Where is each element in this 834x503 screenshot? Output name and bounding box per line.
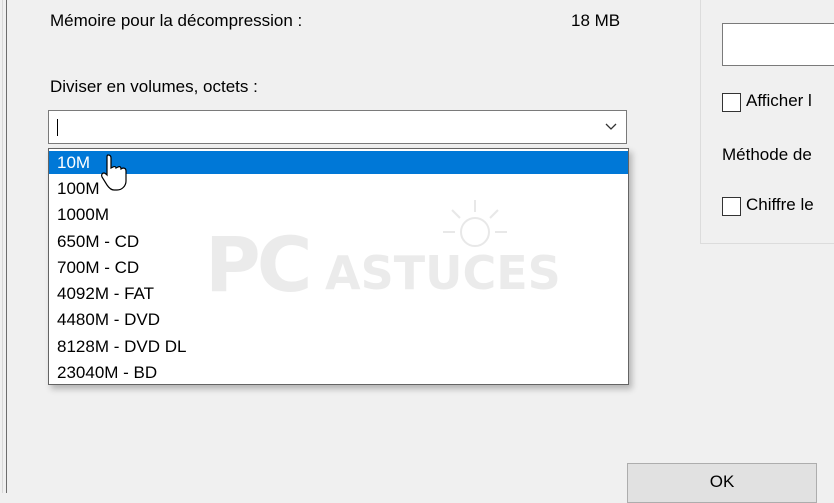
- encrypt-filenames-label: Chiffre le: [746, 195, 814, 214]
- split-volumes-label: Diviser en volumes, octets :: [50, 77, 258, 96]
- encryption-method-label: Méthode de: [722, 145, 812, 164]
- split-volumes-combobox[interactable]: [48, 110, 627, 144]
- mouse-pointer-icon: [101, 154, 127, 191]
- split-volumes-dropdown-list[interactable]: 10M 100M 1000M 650M - CD 700M - CD 4092M…: [48, 148, 629, 385]
- window-left-border: [0, 0, 7, 493]
- dropdown-option-8128m-dvd-dl[interactable]: 8128M - DVD DL: [49, 335, 628, 358]
- ok-button[interactable]: OK: [627, 463, 817, 503]
- dropdown-option-23040m-bd[interactable]: 23040M - BD: [49, 361, 628, 384]
- memory-value: 18 MB: [571, 11, 621, 30]
- dropdown-option-1000m[interactable]: 1000M: [49, 203, 628, 226]
- dropdown-option-100m[interactable]: 100M: [49, 177, 628, 200]
- dropdown-option-4480m-dvd[interactable]: 4480M - DVD: [49, 308, 628, 331]
- chevron-down-icon: [605, 123, 617, 130]
- dropdown-option-10m[interactable]: 10M: [49, 151, 628, 174]
- encrypt-filenames-checkbox[interactable]: [722, 197, 741, 216]
- show-password-checkbox[interactable]: [722, 93, 741, 112]
- combo-dropdown-button[interactable]: [596, 111, 626, 143]
- text-caret: [57, 119, 58, 136]
- dropdown-option-700m-cd[interactable]: 700M - CD: [49, 256, 628, 279]
- password-input[interactable]: [722, 23, 834, 66]
- dropdown-option-4092m-fat[interactable]: 4092M - FAT: [49, 282, 628, 305]
- dropdown-option-650m-cd[interactable]: 650M - CD: [49, 230, 628, 253]
- show-password-label: Afficher l: [746, 91, 812, 110]
- memory-label: Mémoire pour la décompression :: [50, 11, 303, 30]
